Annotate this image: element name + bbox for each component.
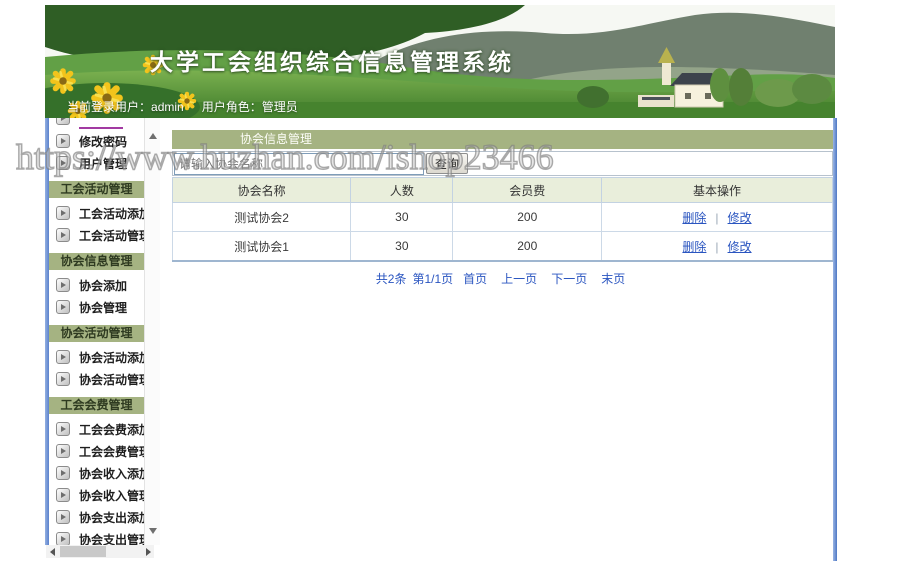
table-row: 测试协会1 30 200 删除 | 修改 [173,232,833,262]
edit-link[interactable]: 修改 [728,211,752,225]
bullet-play-icon [56,488,70,502]
sidebar-item-association-activity-add[interactable]: 协会活动添加 [49,346,144,368]
sidebar-item-association-add[interactable]: 协会添加 [49,274,144,296]
bullet-play-icon [56,444,70,458]
col-header-member-count: 人数 [351,178,453,203]
app-title: 大学工会组织综合信息管理系统 [150,43,514,77]
bullet-play-icon [56,206,70,220]
scroll-down-icon[interactable] [145,523,161,539]
col-header-association-name: 协会名称 [173,178,351,203]
cell-association-name: 测试协会1 [173,232,351,262]
col-header-membership-fee: 会员费 [453,178,602,203]
search-bar: 查询 [172,151,833,176]
bullet-play-icon [56,510,70,524]
cell-membership-fee: 200 [453,203,602,232]
sidebar-item-association-activity-manage[interactable]: 协会活动管理 [49,368,144,390]
sidebar-item-user-management[interactable]: 用户管理 [49,152,144,174]
col-header-operations: 基本操作 [601,178,832,203]
next-page-link[interactable]: 下一页 [551,272,587,286]
scroll-right-icon[interactable] [141,545,154,558]
sidebar-menu: 修改密码 用户管理 工会活动管理 工会活动添加 工会活动管理 协会信息管理 协会… [49,118,144,545]
cell-membership-fee: 200 [453,232,602,262]
edit-link[interactable]: 修改 [728,240,752,254]
bullet-play-icon [56,532,70,545]
sidebar-group-association-activity[interactable]: 协会活动管理 [49,325,144,342]
visited-link-underline [79,118,123,129]
bullet-play-icon [56,134,70,148]
page-info: 第1/1页 [412,272,453,286]
table-row: 测试协会2 30 200 删除 | 修改 [173,203,833,232]
bullet-play-icon [56,118,70,125]
pagination: 共2条第1/1页首页上一页下一页末页 [172,270,833,287]
main-content: 协会信息管理 查询 协会名称 人数 会员费 基本操作 测试协会2 30 200 … [172,130,833,287]
cell-member-count: 30 [351,203,453,232]
horizontal-scrollbar-thumb[interactable] [60,546,106,557]
banner: 大学工会组织综合信息管理系统 当前登录用户：admin 用户角色：管理员 [45,5,835,118]
sidebar-vertical-scrollbar[interactable] [144,118,160,545]
sidebar-group-union-activity[interactable]: 工会活动管理 [49,181,144,198]
scroll-up-icon[interactable] [145,128,161,144]
search-button[interactable]: 查询 [426,153,468,174]
bullet-play-icon [56,156,70,170]
sidebar-item-union-fee-add[interactable]: 工会会费添加 [49,418,144,440]
bullet-play-icon [56,278,70,292]
delete-link[interactable]: 删除 [682,211,706,225]
content-right-border [833,118,837,561]
scroll-left-icon[interactable] [46,545,59,558]
association-table: 协会名称 人数 会员费 基本操作 测试协会2 30 200 删除 | 修改 测试协会… [172,177,833,262]
bullet-play-icon [56,300,70,314]
login-user-value: admin [151,100,184,114]
sidebar-item-association-expense-manage[interactable]: 协会支出管理 [49,528,144,545]
bullet-play-icon [56,350,70,364]
total-count: 共2条 [376,272,407,286]
bullet-play-icon [56,228,70,242]
sidebar-item-association-expense-add[interactable]: 协会支出添加 [49,506,144,528]
last-page-link[interactable]: 末页 [601,272,625,286]
user-role-value: 管理员 [262,100,298,114]
action-separator: | [715,211,718,225]
prev-page-link[interactable]: 上一页 [501,272,537,286]
bullet-play-icon [56,466,70,480]
action-separator: | [715,240,718,254]
sidebar-item-partial-visited-link[interactable] [49,118,144,130]
sidebar-item-change-password[interactable]: 修改密码 [49,130,144,152]
user-role-label: 用户角色： [202,100,262,114]
user-status-bar: 当前登录用户：admin 用户角色：管理员 [67,98,298,115]
sidebar-item-union-activity-add[interactable]: 工会活动添加 [49,202,144,224]
first-page-link[interactable]: 首页 [463,272,487,286]
cell-operations: 删除 | 修改 [601,232,832,262]
sidebar-group-union-fee[interactable]: 工会会费管理 [49,397,144,414]
sidebar-item-association-manage[interactable]: 协会管理 [49,296,144,318]
login-user-label: 当前登录用户： [67,100,151,114]
sidebar-item-association-income-add[interactable]: 协会收入添加 [49,462,144,484]
sidebar-horizontal-scrollbar[interactable] [46,545,154,558]
sidebar-item-union-activity-manage[interactable]: 工会活动管理 [49,224,144,246]
bullet-play-icon [56,422,70,436]
sidebar-item-union-fee-manage[interactable]: 工会会费管理 [49,440,144,462]
sidebar-item-association-income-manage[interactable]: 协会收入管理 [49,484,144,506]
cell-association-name: 测试协会2 [173,203,351,232]
sidebar-group-association-info[interactable]: 协会信息管理 [49,253,144,270]
cell-member-count: 30 [351,232,453,262]
search-input[interactable] [174,153,424,175]
sidebar: 修改密码 用户管理 工会活动管理 工会活动添加 工会活动管理 协会信息管理 协会… [45,118,160,557]
bullet-play-icon [56,372,70,386]
delete-link[interactable]: 删除 [682,240,706,254]
content-title-bar: 协会信息管理 [172,130,833,149]
cell-operations: 删除 | 修改 [601,203,832,232]
table-header-row: 协会名称 人数 会员费 基本操作 [173,178,833,203]
